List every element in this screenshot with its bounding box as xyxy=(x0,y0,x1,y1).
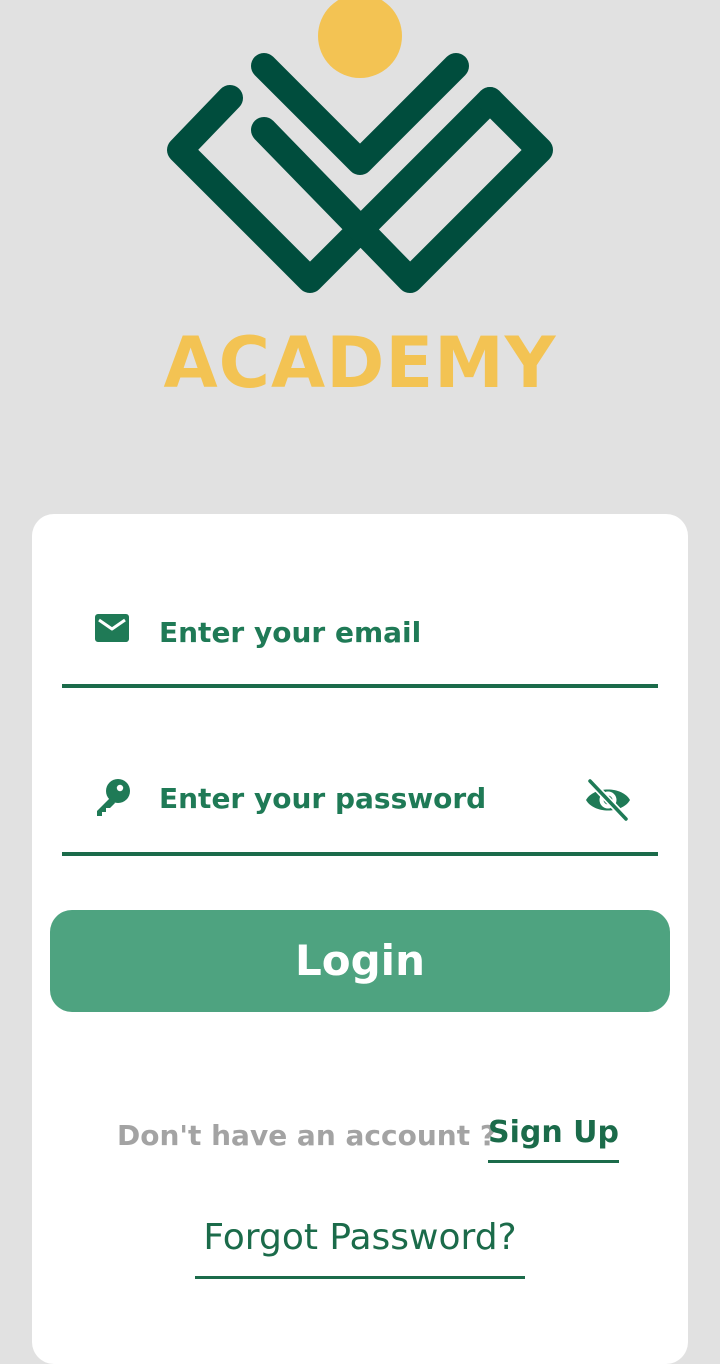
eye-off-icon[interactable] xyxy=(584,778,632,822)
signup-row: Don't have an account ? Sign Up xyxy=(32,1115,688,1179)
signup-prompt: Don't have an account ? xyxy=(117,1119,497,1152)
academy-logo-mark xyxy=(167,0,553,293)
logo: ACADEMY xyxy=(0,0,720,460)
mail-icon xyxy=(95,614,129,642)
logo-text: ACADEMY xyxy=(163,322,557,404)
login-button[interactable]: Login xyxy=(50,910,670,1012)
email-placeholder: Enter your email xyxy=(159,616,422,649)
email-field[interactable]: Enter your email xyxy=(62,594,658,688)
password-field[interactable]: Enter your password xyxy=(62,762,658,856)
login-card: Enter your email Enter your password Log… xyxy=(32,514,688,1364)
key-icon xyxy=(97,779,130,816)
password-placeholder: Enter your password xyxy=(159,782,487,815)
forgot-password-link[interactable]: Forgot Password? xyxy=(195,1217,525,1279)
signup-link[interactable]: Sign Up xyxy=(488,1115,620,1163)
